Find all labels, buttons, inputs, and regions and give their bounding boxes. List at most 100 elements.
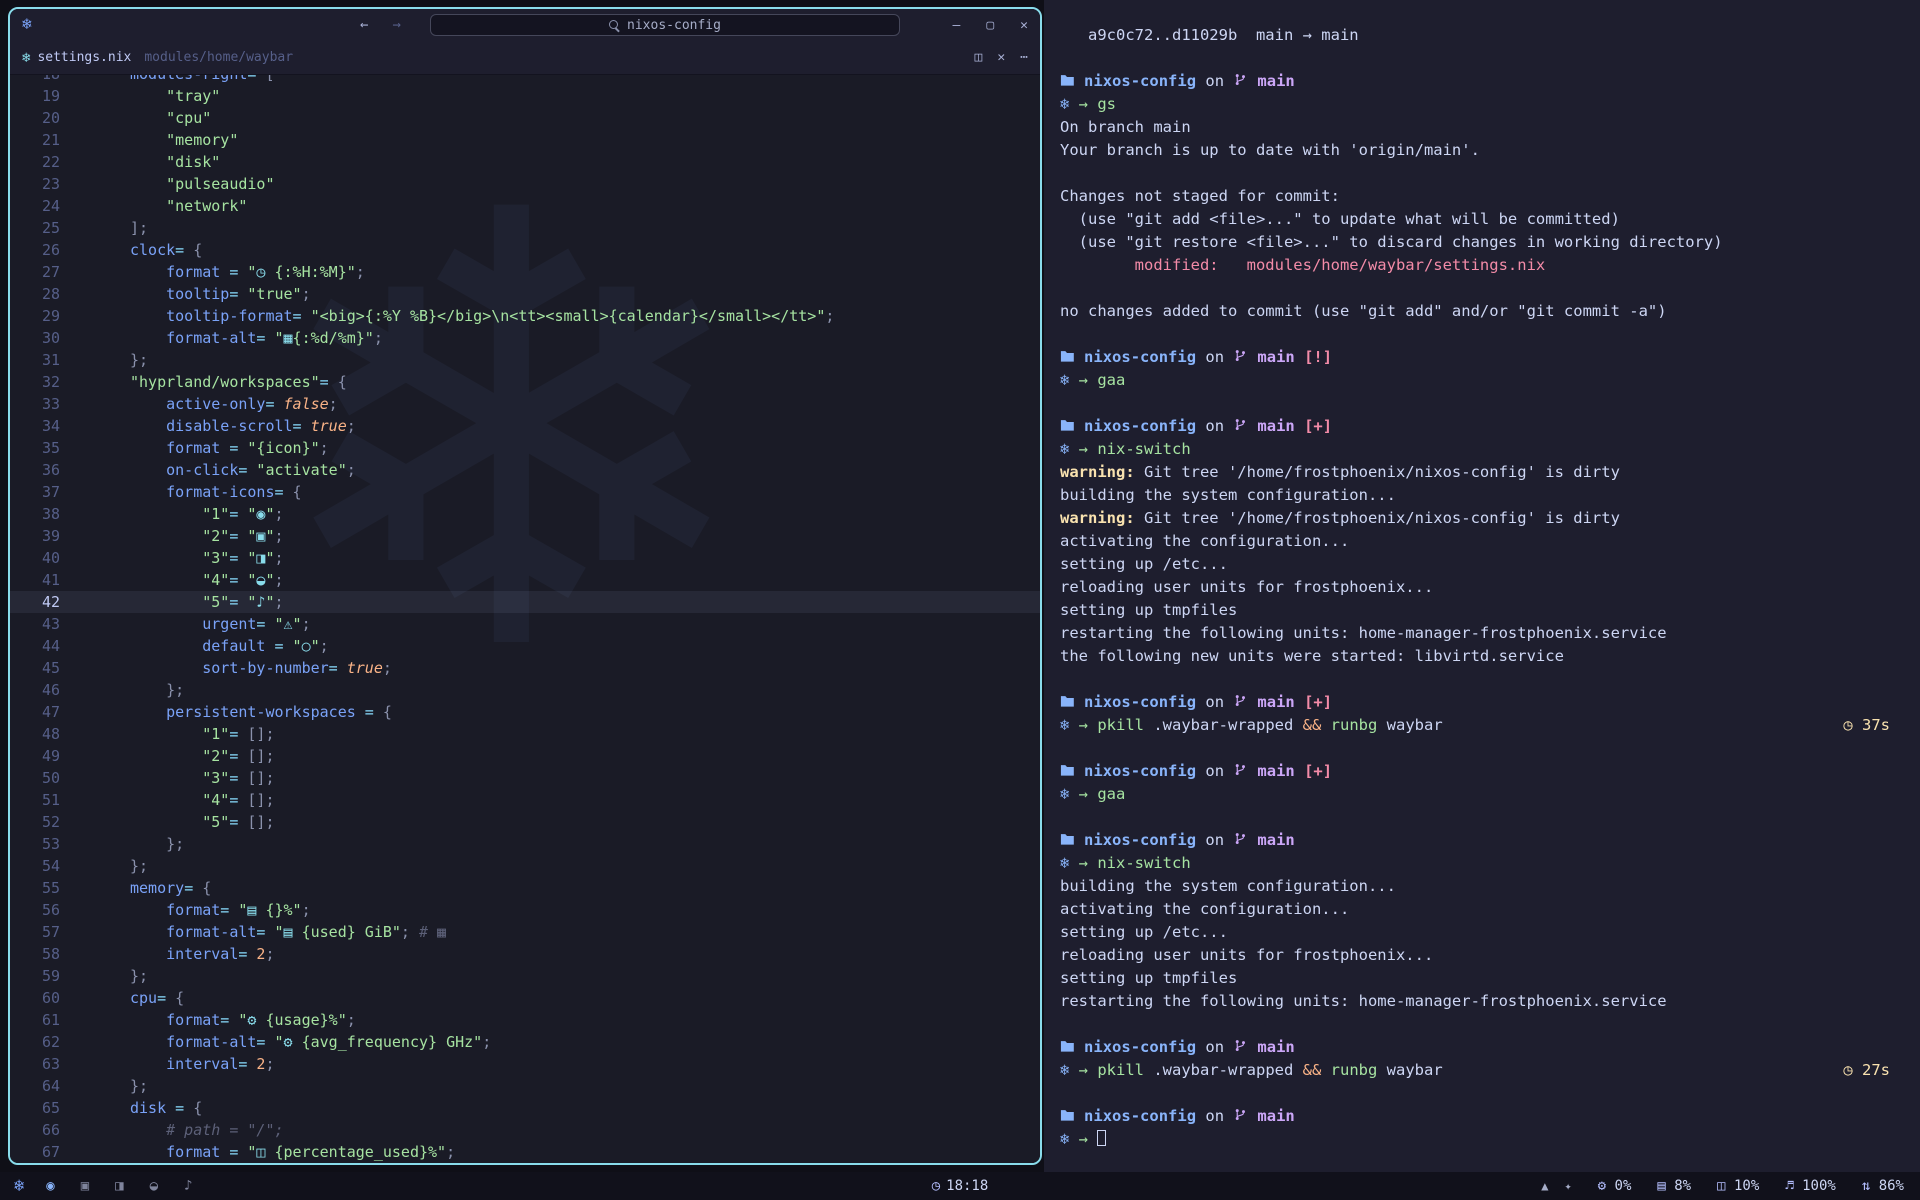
code-line-47[interactable]: 47persistent-workspaces = { xyxy=(10,701,1040,723)
token: }; xyxy=(130,351,148,369)
editor-pane[interactable]: ❄ 18modules-right= [19"tray"20"cpu"21"me… xyxy=(10,75,1040,1163)
code-line-49[interactable]: 49"2"= []; xyxy=(10,745,1040,767)
code-line-45[interactable]: 45sort-by-number= true; xyxy=(10,657,1040,679)
nix-launcher-icon[interactable]: ❄ xyxy=(14,1176,24,1196)
terminal-text: a9c0c72..d11029b main → main xyxy=(1060,24,1904,47)
code-line-37[interactable]: 37format-icons= { xyxy=(10,481,1040,503)
token: "4" xyxy=(202,571,229,589)
cpu-module[interactable]: ⚙ 0% xyxy=(1598,1178,1632,1194)
code-line-62[interactable]: 62format-alt= "⚙ {avg_frequency} GHz"; xyxy=(10,1031,1040,1053)
pulseaudio-module[interactable]: ♬ 100% xyxy=(1785,1178,1836,1194)
code-line-34[interactable]: 34disable-scroll= true; xyxy=(10,415,1040,437)
code-line-56[interactable]: 56format= "▤ {}%"; xyxy=(10,899,1040,921)
token: nixos-config xyxy=(1075,348,1196,366)
close-button[interactable]: ✕ xyxy=(1020,18,1028,33)
tray-icon-1[interactable]: ▲ xyxy=(1541,1179,1548,1193)
code-line-55[interactable]: 55memory= { xyxy=(10,877,1040,899)
code-line-53[interactable]: 53}; xyxy=(10,833,1040,855)
code-line-41[interactable]: 41"4"= "◒"; xyxy=(10,569,1040,591)
terminal-text: warning: Git tree '/home/frostphoenix/ni… xyxy=(1060,507,1904,530)
code-line-36[interactable]: 36on-click= "activate"; xyxy=(10,459,1040,481)
token: Changes not staged for commit: xyxy=(1060,187,1340,205)
code-line-66[interactable]: 66# path = "/"; xyxy=(10,1119,1040,1141)
code-line-65[interactable]: 65disk = { xyxy=(10,1097,1040,1119)
token: ; xyxy=(320,439,329,457)
code-line-20[interactable]: 20"cpu" xyxy=(10,107,1040,129)
code-line-22[interactable]: 22"disk" xyxy=(10,151,1040,173)
workspace-3-icon[interactable]: ◨ xyxy=(115,1178,123,1194)
code-line-35[interactable]: 35format = "{icon}"; xyxy=(10,437,1040,459)
line-number: 60 xyxy=(10,987,74,1009)
token: {usage}%" xyxy=(256,1011,346,1029)
tab-filename[interactable]: settings.nix xyxy=(37,50,131,65)
terminal-line: Your branch is up to date with 'origin/m… xyxy=(1060,139,1904,162)
pulseaudio-icon: ♬ xyxy=(1785,1178,1802,1194)
code-line-24[interactable]: 24"network" xyxy=(10,195,1040,217)
workspace-1-icon[interactable]: ◉ xyxy=(46,1178,54,1194)
code-line-63[interactable]: 63interval= 2; xyxy=(10,1053,1040,1075)
code-line-50[interactable]: 50"3"= []; xyxy=(10,767,1040,789)
code-line-19[interactable]: 19"tray" xyxy=(10,85,1040,107)
network-module[interactable]: ⇅ 86% xyxy=(1862,1178,1904,1194)
code-line-21[interactable]: 21"memory" xyxy=(10,129,1040,151)
code-text: format-alt= "▤ {used} GiB"; # ▦ xyxy=(74,921,1040,943)
code-line-46[interactable]: 46}; xyxy=(10,679,1040,701)
code-line-31[interactable]: 31}; xyxy=(10,349,1040,371)
workspace-2-icon[interactable]: ▣ xyxy=(81,1178,89,1194)
command-center-search[interactable]: nixos-config xyxy=(430,14,900,36)
code-text: "4"= "◒"; xyxy=(74,569,1040,591)
code-line-28[interactable]: 28tooltip= "true"; xyxy=(10,283,1040,305)
code-line-44[interactable]: 44default = "○"; xyxy=(10,635,1040,657)
workspace-5-icon[interactable]: ♪ xyxy=(184,1178,192,1194)
token: On branch main xyxy=(1060,118,1191,136)
terminal-line xyxy=(1060,1082,1904,1105)
workspace-4-icon[interactable]: ◒ xyxy=(150,1178,158,1194)
search-value: nixos-config xyxy=(627,18,721,33)
code-line-18[interactable]: 18modules-right= [ xyxy=(10,75,1040,85)
line-number: 37 xyxy=(10,481,74,503)
code-text: }; xyxy=(74,833,1040,855)
code-line-58[interactable]: 58interval= 2; xyxy=(10,943,1040,965)
token: on xyxy=(1196,693,1233,711)
code-line-33[interactable]: 33active-only= false; xyxy=(10,393,1040,415)
code-line-39[interactable]: 39"2"= "▣"; xyxy=(10,525,1040,547)
code-line-48[interactable]: 48"1"= []; xyxy=(10,723,1040,745)
code-text: active-only= false; xyxy=(74,393,1040,415)
tray-icon-2[interactable]: ✦ xyxy=(1564,1179,1571,1193)
code-line-27[interactable]: 27format = "◷ {:%H:%M}"; xyxy=(10,261,1040,283)
more-actions-icon[interactable]: ⋯ xyxy=(1020,50,1028,65)
code-line-61[interactable]: 61format= "⚙ {usage}%"; xyxy=(10,1009,1040,1031)
forward-button[interactable]: → xyxy=(392,17,400,33)
split-editor-icon[interactable]: ◫ xyxy=(975,50,983,65)
terminal-text: nixos-config on main xyxy=(1060,829,1904,852)
code-line-51[interactable]: 51"4"= []; xyxy=(10,789,1040,811)
minimize-button[interactable]: — xyxy=(953,18,961,33)
code-line-67[interactable]: 67format = "◫ {percentage_used}%"; xyxy=(10,1141,1040,1163)
maximize-button[interactable]: ▢ xyxy=(986,18,994,33)
code-line-52[interactable]: 52"5"= []; xyxy=(10,811,1040,833)
code-line-30[interactable]: 30format-alt= "▦{:%d/%m}"; xyxy=(10,327,1040,349)
token: on xyxy=(1196,762,1233,780)
terminal-window[interactable]: a9c0c72..d11029b main → main nixos-confi… xyxy=(1044,0,1920,1172)
code-line-64[interactable]: 64}; xyxy=(10,1075,1040,1097)
code-line-57[interactable]: 57format-alt= "▤ {used} GiB"; # ▦ xyxy=(10,921,1040,943)
code-line-29[interactable]: 29tooltip-format= "<big>{:%Y %B}</big>\n… xyxy=(10,305,1040,327)
code-line-60[interactable]: 60cpu= { xyxy=(10,987,1040,1009)
code-line-59[interactable]: 59}; xyxy=(10,965,1040,987)
back-button[interactable]: ← xyxy=(360,17,368,33)
token: && xyxy=(1303,1061,1322,1079)
code-line-38[interactable]: 38"1"= "◉"; xyxy=(10,503,1040,525)
code-line-54[interactable]: 54}; xyxy=(10,855,1040,877)
code-line-26[interactable]: 26clock= { xyxy=(10,239,1040,261)
code-line-43[interactable]: 43urgent= "⚠"; xyxy=(10,613,1040,635)
disk-module[interactable]: ◫ 10% xyxy=(1717,1178,1759,1194)
code-line-40[interactable]: 40"3"= "◨"; xyxy=(10,547,1040,569)
close-tab-icon[interactable]: ✕ xyxy=(997,50,1005,65)
token xyxy=(1321,1061,1330,1079)
code-line-23[interactable]: 23"pulseaudio" xyxy=(10,173,1040,195)
code-line-25[interactable]: 25]; xyxy=(10,217,1040,239)
memory-module[interactable]: ▤ 8% xyxy=(1657,1178,1691,1194)
code-line-32[interactable]: 32"hyprland/workspaces"= { xyxy=(10,371,1040,393)
code-line-42[interactable]: 42"5"= "♪"; xyxy=(10,591,1040,613)
clock-module[interactable]: ◷ 18:18 xyxy=(932,1178,989,1194)
